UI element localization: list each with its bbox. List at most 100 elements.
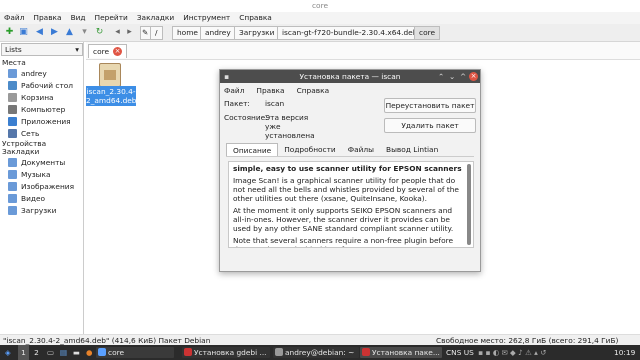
state-value: Эта версия уже установлена — [265, 113, 315, 140]
desktop-1[interactable]: 1 — [18, 345, 29, 360]
dialog-menu-edit[interactable]: Правка — [256, 86, 284, 95]
close-icon[interactable]: × — [469, 72, 478, 81]
menu-help[interactable]: Справка — [239, 12, 272, 24]
tab-details[interactable]: Подробности — [278, 143, 342, 156]
sidebar-item-applications[interactable]: Приложения — [8, 115, 71, 127]
sidebar: Lists ▾ Места andrey Рабочий стол Корзина… — [0, 42, 84, 334]
sidebar-item-label: Корзина — [21, 92, 54, 102]
terminal-launcher-icon[interactable]: ▬ — [73, 345, 80, 360]
minimize-icon[interactable]: ⌄ — [449, 70, 455, 83]
menu-bookmarks[interactable]: Закладки — [137, 12, 174, 24]
sidebar-item-images[interactable]: Изображения — [8, 180, 74, 192]
trash-icon — [8, 92, 17, 102]
reload-icon[interactable]: ↻ — [94, 27, 105, 38]
breadcrumb-bundle[interactable]: iscan-gt-f720-bundle-2.30.4.x64.deb — [277, 26, 423, 40]
tray-icons[interactable]: ▪ ▪ ◐ ✉ ◆ ♪ ⚠ ▴ ↺ — [478, 345, 546, 360]
install-dialog: Установка пакета — iscan ▪ ⌃ ⌄ ^ × Файл … — [219, 69, 481, 272]
keep-above-icon[interactable]: ⌃ — [438, 70, 444, 83]
tab-lintian[interactable]: Вывод Lintian — [380, 143, 444, 156]
start-menu-icon[interactable]: ◈ — [5, 345, 11, 360]
file-name-label[interactable]: iscan_2.30.4-2_amd64.deb — [86, 86, 137, 106]
desktop-2[interactable]: 2 — [31, 345, 42, 360]
sidebar-item-label: Музыка — [21, 169, 51, 179]
sidebar-item-video[interactable]: Видео — [8, 192, 45, 204]
sidebar-item-documents[interactable]: Документы — [8, 156, 65, 168]
keyboard-layout[interactable]: CNS US — [446, 345, 474, 360]
taskbar-app-label: Установка gdebi ... — [194, 348, 267, 357]
sidebar-mode-label: Lists — [5, 45, 22, 54]
desktop-icon — [8, 80, 17, 90]
reinstall-button[interactable]: Переустановить пакет — [384, 98, 476, 113]
sidebar-mode-select[interactable]: Lists ▾ — [1, 43, 83, 56]
sidebar-item-music[interactable]: Музыка — [8, 168, 51, 180]
app-menu-icon[interactable]: ▪ — [224, 70, 229, 83]
breadcrumb-root[interactable]: / — [150, 26, 163, 40]
description-paragraph: Note that several scanners require a non… — [233, 236, 454, 247]
menu-go[interactable]: Перейти — [95, 12, 128, 24]
open-folder-icon[interactable]: ▣ — [18, 27, 29, 38]
sidebar-item-label: Компьютер — [21, 104, 66, 114]
back-icon[interactable]: ◀ — [34, 27, 45, 38]
sidebar-item-label: Приложения — [21, 116, 71, 126]
dialog-titlebar[interactable]: Установка пакета — iscan ▪ ⌃ ⌄ ^ × — [220, 70, 480, 83]
sidebar-item-computer[interactable]: Компьютер — [8, 103, 65, 115]
taskbar-app-core[interactable]: core — [96, 347, 174, 358]
menu-tools[interactable]: Инструмент — [183, 12, 230, 24]
remove-button[interactable]: Удалить пакет — [384, 118, 476, 133]
tab-label: core — [93, 47, 110, 56]
menu-file[interactable]: Файл — [4, 12, 24, 24]
breadcrumb-core[interactable]: core — [414, 26, 441, 40]
tab-description[interactable]: Описание — [226, 143, 279, 156]
file-manager-launcher-icon[interactable]: ▤ — [60, 345, 67, 360]
sidebar-item-trash[interactable]: Корзина — [8, 91, 54, 103]
sidebar-item-network[interactable]: Сеть — [8, 127, 39, 139]
breadcrumb-andrey[interactable]: andrey — [200, 26, 236, 40]
previous-folder-icon[interactable]: ◂ — [112, 27, 123, 38]
places-header: Места — [2, 58, 26, 67]
taskbar: ◈ 1 2 ▭ ▤ ▬ ● core Установка gdebi ... a… — [0, 345, 640, 360]
sidebar-item-desktop[interactable]: Рабочий стол — [8, 79, 73, 91]
chevron-down-icon: ▾ — [75, 45, 79, 54]
forward-icon[interactable]: ▶ — [49, 27, 60, 38]
folder-icon — [8, 157, 17, 167]
tab-files[interactable]: Файлы — [342, 143, 380, 156]
menubar: Файл Правка Вид Перейти Закладки Инструм… — [0, 12, 640, 24]
folder-icon — [8, 205, 17, 215]
deb-package-icon[interactable] — [99, 63, 121, 87]
description-scrollbar[interactable] — [467, 164, 471, 245]
sidebar-item-label: Видео — [21, 193, 46, 203]
menu-edit[interactable]: Правка — [33, 12, 61, 24]
sidebar-item-downloads[interactable]: Загрузки — [8, 204, 56, 216]
description-paragraph: Image Scan! is a graphical scanner utili… — [233, 176, 459, 203]
menu-view[interactable]: Вид — [71, 12, 86, 24]
taskbar-app-installer[interactable]: Установка паке... — [360, 347, 442, 358]
browser-launcher-icon[interactable]: ● — [86, 345, 92, 360]
description-paragraph: At the moment it only supports SEIKO EPS… — [233, 206, 454, 233]
maximize-icon[interactable]: ^ — [460, 70, 466, 83]
dialog-tabs: Описание Подробности Файлы Вывод Lintian — [226, 143, 474, 157]
breadcrumb-home[interactable]: home — [172, 26, 203, 40]
history-icon[interactable]: ▾ — [79, 27, 90, 38]
terminal-icon — [275, 348, 283, 356]
sidebar-item-andrey[interactable]: andrey — [8, 67, 47, 79]
description-panel[interactable]: simple, easy to use scanner utility for … — [228, 161, 474, 248]
tab-strip: core × — [86, 42, 640, 60]
taskbar-app-label: core — [108, 348, 125, 357]
taskbar-app-terminal[interactable]: andrey@debian: ~ — [273, 347, 359, 358]
next-folder-icon[interactable]: ▸ — [124, 27, 135, 38]
sidebar-item-label: Изображения — [21, 181, 75, 191]
tab-core[interactable]: core × — [88, 44, 128, 58]
clock[interactable]: 10:19 — [614, 345, 635, 360]
taskbar-app-label: andrey@debian: ~ — [285, 348, 355, 357]
show-desktop-icon[interactable]: ▭ — [47, 345, 54, 360]
new-tab-icon[interactable]: ✚ — [4, 27, 15, 38]
dialog-menu-file[interactable]: Файл — [224, 86, 244, 95]
up-icon[interactable]: ▲ — [64, 27, 75, 38]
taskbar-app-gdebi[interactable]: Установка gdebi ... — [182, 347, 270, 358]
breadcrumb-downloads[interactable]: Загрузки — [234, 26, 280, 40]
computer-icon — [8, 104, 17, 114]
statusbar: "iscan_2.30.4-2_amd64.deb" (414,6 КиБ) П… — [0, 334, 640, 345]
close-tab-icon[interactable]: × — [113, 47, 123, 56]
description-heading: simple, easy to use scanner utility for … — [233, 164, 462, 173]
dialog-menu-help[interactable]: Справка — [297, 86, 330, 95]
